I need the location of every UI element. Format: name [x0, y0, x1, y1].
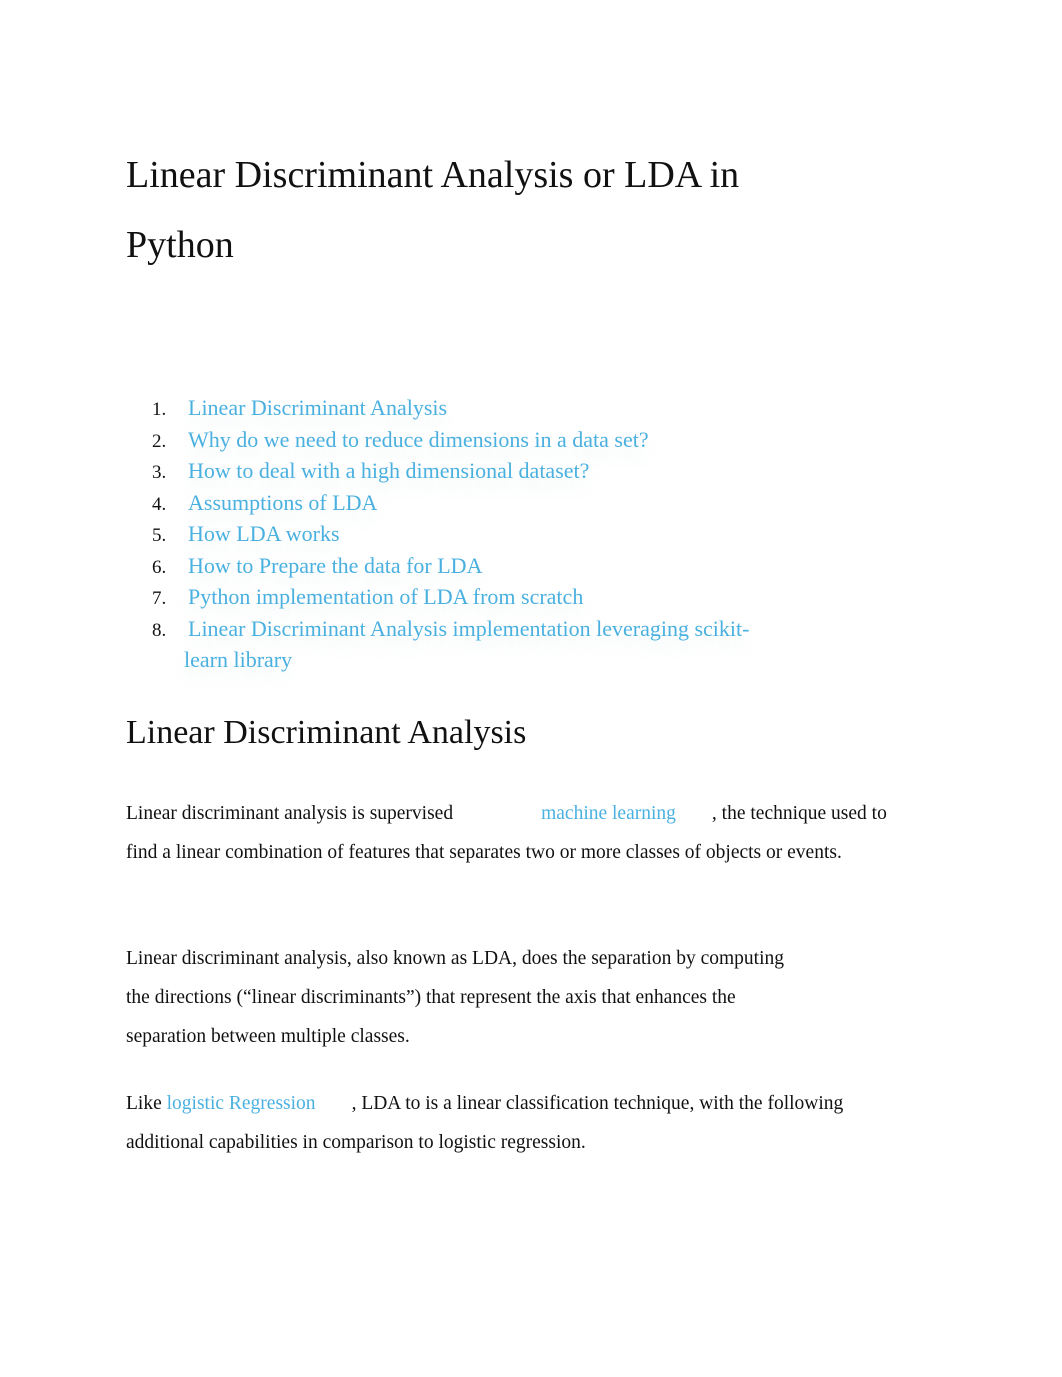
toc-link[interactable]: Assumptions of LDA — [188, 487, 377, 519]
paragraph-text: Linear discriminant analysis is supervis… — [126, 803, 454, 824]
toc-number: 3. — [152, 462, 167, 483]
toc-link[interactable]: How LDA works — [188, 518, 340, 550]
toc-link[interactable]: Linear Discriminant Analysis — [188, 392, 447, 424]
toc-link[interactable]: Linear Discriminant Analysis implementat… — [184, 613, 764, 675]
section-heading: Linear Discriminant Analysis — [126, 714, 527, 751]
toc-number: 6. — [152, 556, 167, 578]
toc-number: 8. — [152, 619, 167, 641]
paragraph-intro: Linear discriminant analysis is supervis… — [126, 794, 916, 872]
toc-number: 5. — [152, 525, 167, 546]
paragraph-comparison: Like logistic Regression, LDA to is a li… — [126, 1084, 866, 1162]
toc-link[interactable]: Python implementation of LDA from scratc… — [188, 581, 583, 613]
page-title: Linear Discriminant Analysis or LDA in P… — [126, 154, 740, 266]
logistic-regression-link[interactable]: logistic Regression — [167, 1093, 316, 1114]
toc-link[interactable]: How to Prepare the data for LDA — [188, 550, 482, 582]
toc-link[interactable]: Why do we need to reduce dimensions in a… — [188, 424, 649, 456]
toc-number: 4. — [152, 493, 167, 515]
toc-number: 2. — [152, 430, 167, 452]
paragraph-text: Like — [126, 1093, 162, 1114]
toc-number: 1. — [152, 399, 167, 420]
toc-number: 7. — [152, 588, 167, 609]
machine-learning-link[interactable]: machine learning — [541, 803, 676, 824]
paragraph-lda-description: Linear discriminant analysis, also known… — [126, 948, 784, 1047]
toc-link[interactable]: How to deal with a high dimensional data… — [188, 455, 589, 487]
